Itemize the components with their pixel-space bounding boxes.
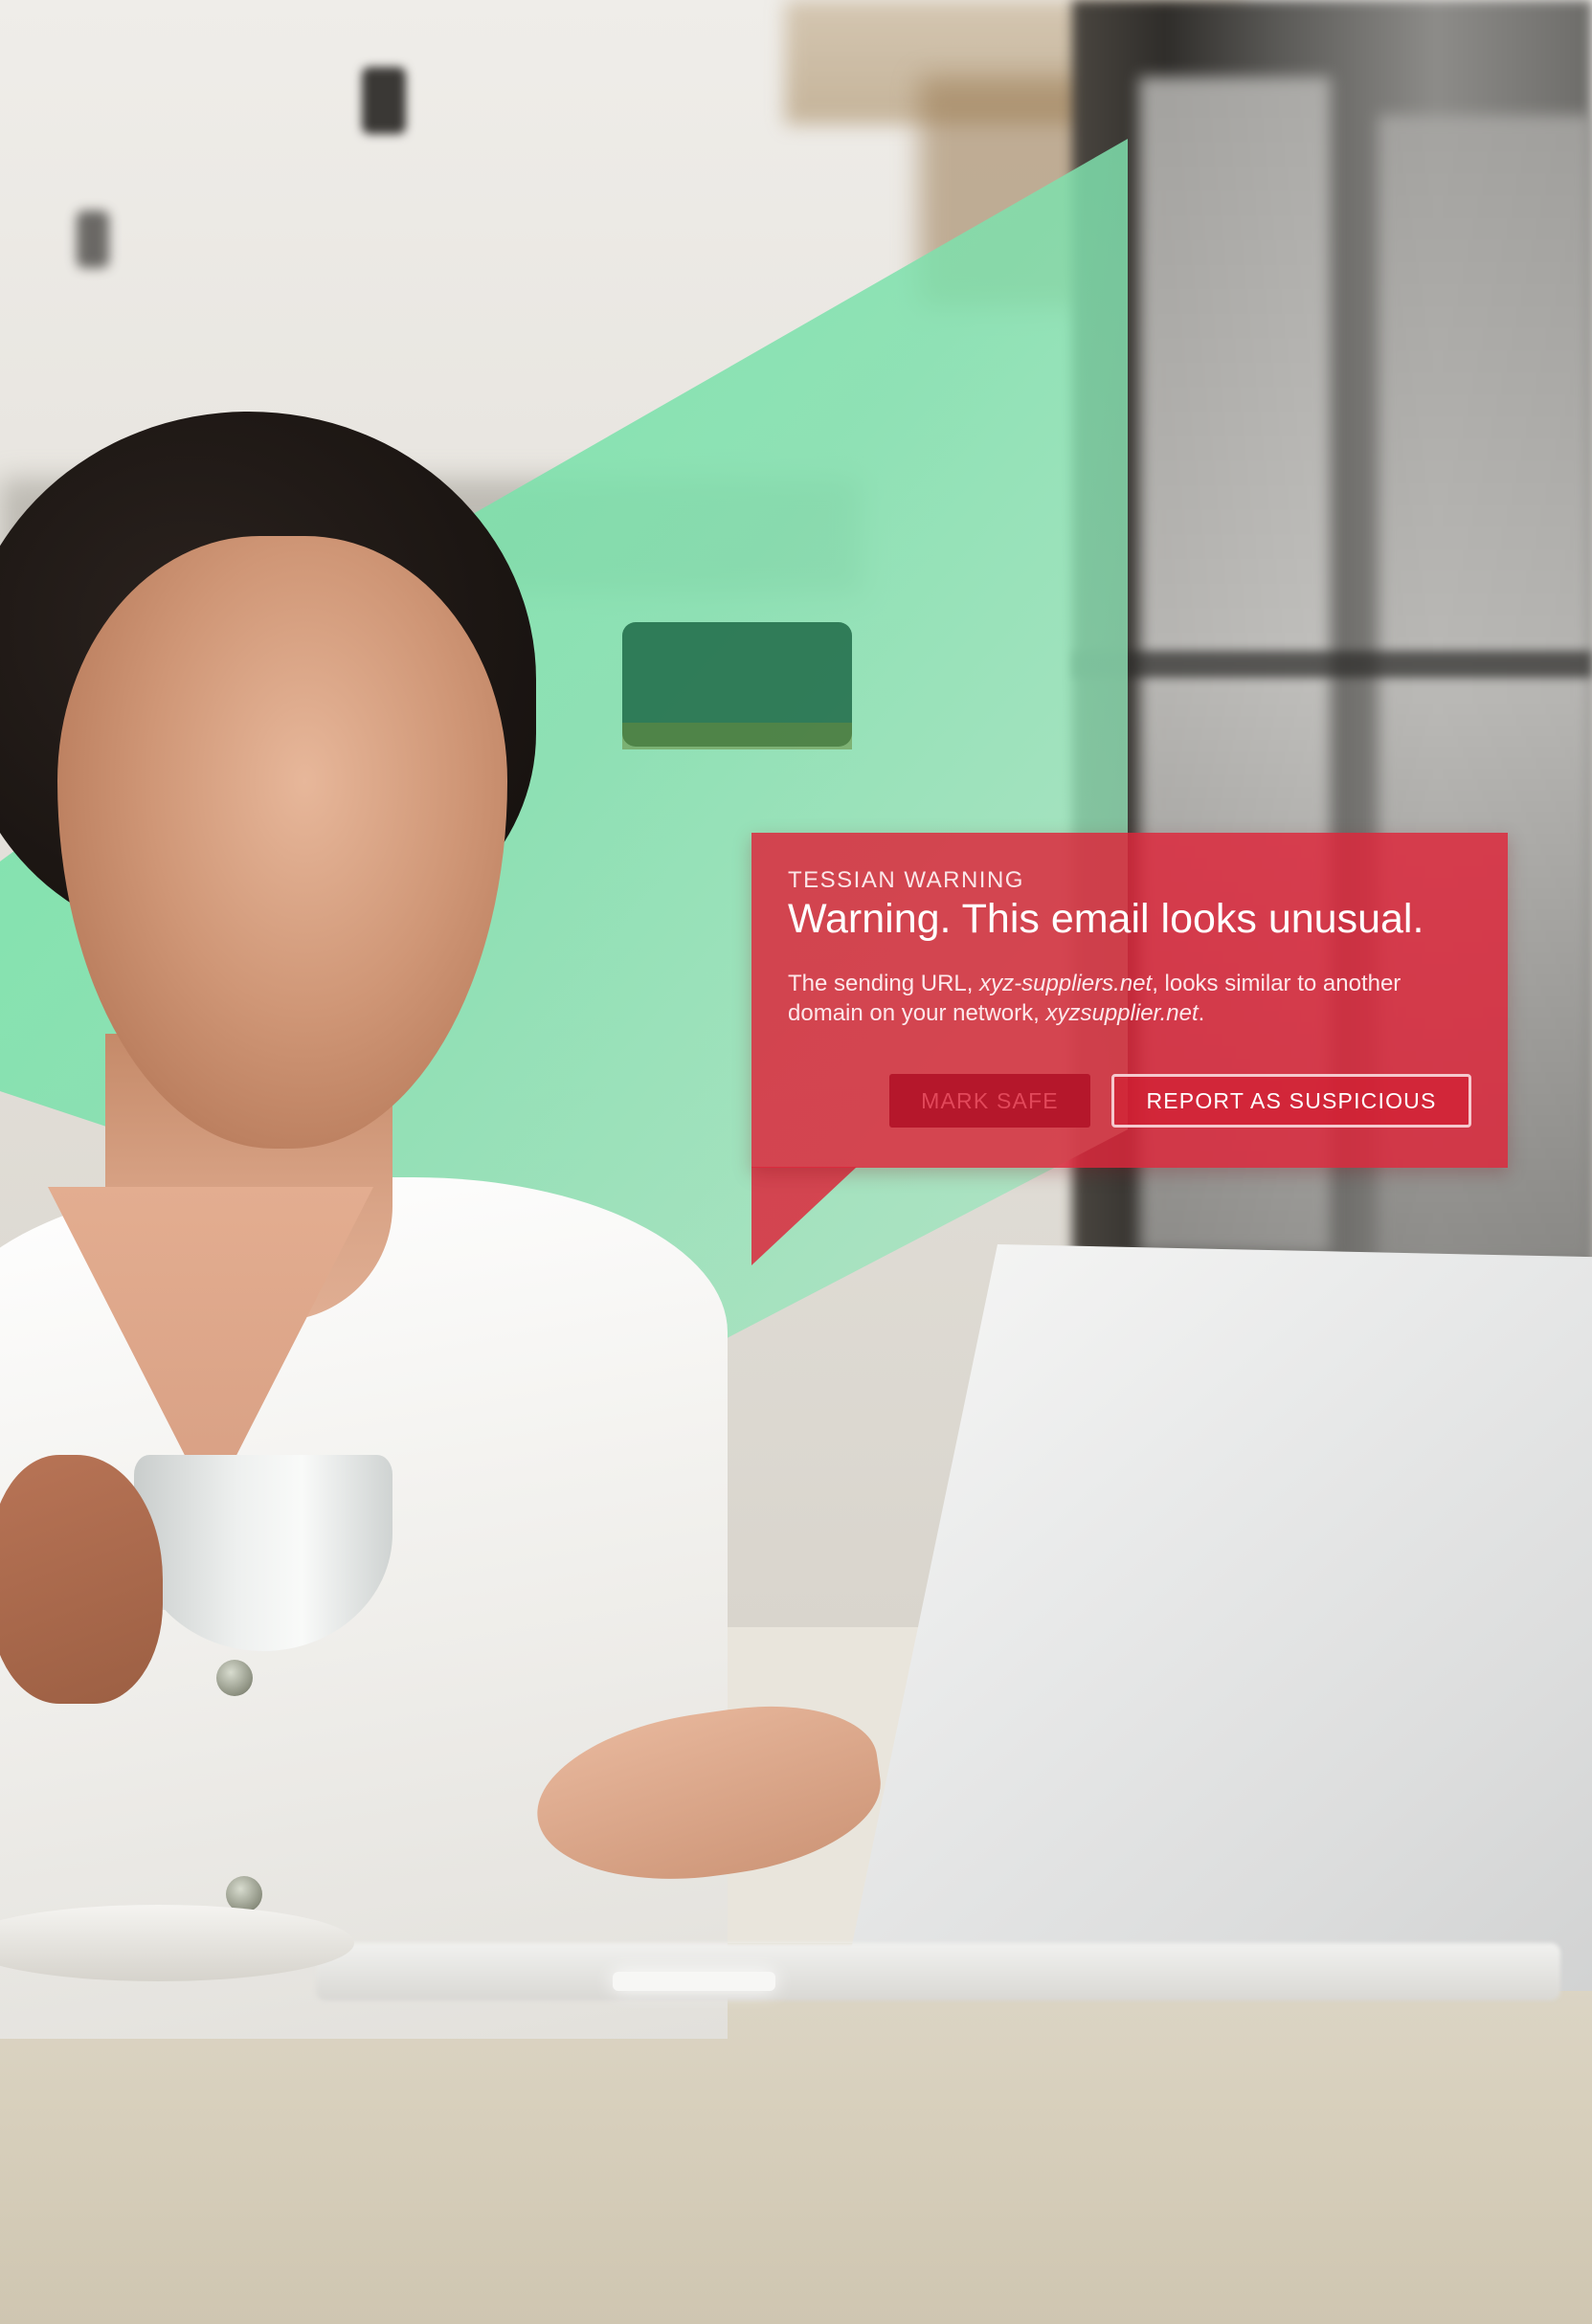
warning-popup: TESSIAN WARNING Warning. This email look…: [751, 833, 1508, 1168]
warning-message: The sending URL, xyz-suppliers.net, look…: [788, 969, 1458, 1028]
lookalike-domain: xyzsupplier.net: [1045, 1000, 1199, 1026]
warning-label: TESSIAN WARNING: [788, 867, 1024, 893]
message-prefix: The sending URL,: [788, 971, 980, 996]
sender-domain: xyz-suppliers.net: [979, 971, 1153, 996]
report-suspicious-button[interactable]: REPORT AS SUSPICIOUS: [1111, 1074, 1471, 1128]
laptop-light: [613, 1972, 775, 1991]
left-hand: [0, 1455, 163, 1704]
shirt-button: [216, 1660, 253, 1696]
warning-title: Warning. This email looks unusual.: [788, 896, 1424, 942]
mark-safe-button[interactable]: MARK SAFE: [889, 1074, 1090, 1128]
laptop-base: [316, 1943, 1560, 2000]
message-suffix: .: [1198, 1000, 1205, 1026]
